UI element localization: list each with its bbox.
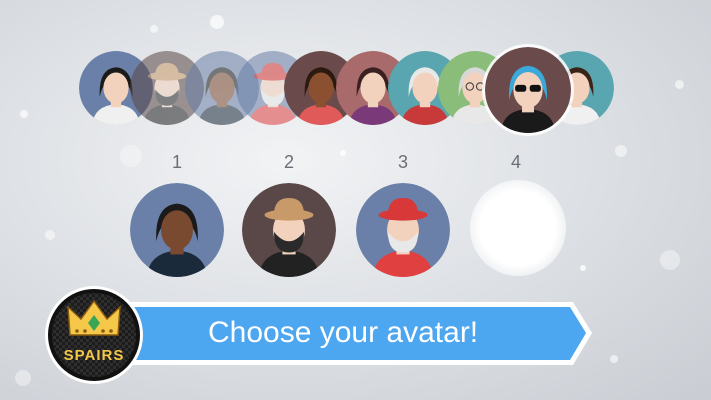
slot-avatar-1[interactable] bbox=[130, 183, 224, 277]
snow-particle bbox=[45, 230, 55, 240]
slot-number-4: 4 bbox=[510, 152, 521, 172]
snow-particle bbox=[15, 370, 31, 386]
crown-logo-icon bbox=[45, 286, 143, 384]
slot-number-2: 2 bbox=[283, 152, 294, 172]
banner-title: Choose your avatar! bbox=[208, 316, 479, 349]
slot-number-1: 1 bbox=[171, 152, 182, 172]
slot-avatar-2[interactable] bbox=[242, 183, 336, 277]
slot-avatar-4-empty[interactable] bbox=[470, 180, 566, 276]
logo-wordmark: SPAIRS bbox=[63, 347, 125, 364]
snow-particle bbox=[615, 145, 627, 157]
snow-particle bbox=[120, 145, 142, 167]
snow-particle bbox=[340, 150, 346, 156]
avatar-carousel[interactable] bbox=[0, 0, 711, 140]
slot-avatar-3[interactable] bbox=[356, 183, 450, 277]
spairs-logo: SPAIRS bbox=[44, 285, 144, 385]
snow-particle bbox=[580, 265, 586, 271]
choose-avatar-banner: Choose your avatar! bbox=[118, 299, 594, 368]
snow-particle bbox=[610, 355, 618, 363]
snow-particle bbox=[660, 250, 680, 270]
man-blue-hair-sunglasses-avatar[interactable] bbox=[485, 47, 571, 133]
slot-number-3: 3 bbox=[397, 152, 408, 172]
